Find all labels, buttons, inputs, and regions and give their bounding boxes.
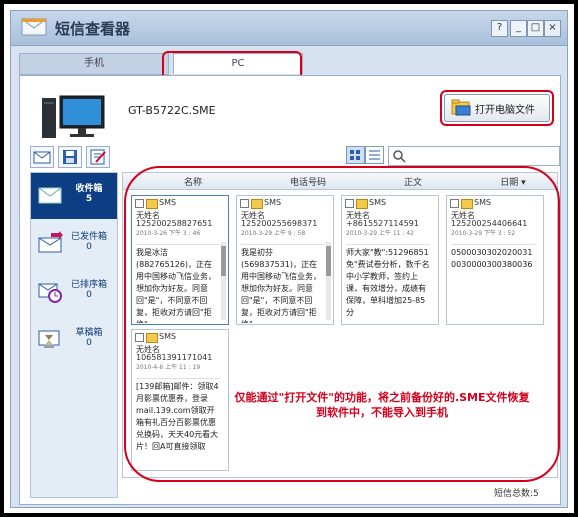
search-input[interactable] [409, 148, 557, 164]
app-window: 短信查看器 ? _ □ × 手机 PC GT-B5722C.SME 打开电脑文件… [10, 10, 568, 508]
sidebar-item-label: 已排序箱 [70, 280, 107, 290]
annotation-text: 仅能通过"打开文件"的功能，将之前备份好的.SME文件恢复到软件中，不能导入到手… [234, 391, 530, 419]
content-highlight-box [124, 166, 560, 482]
computer-icon [42, 95, 105, 138]
save-button[interactable] [58, 146, 82, 168]
save-icon [63, 150, 77, 164]
grid-view-icon [350, 150, 360, 160]
sidebar-item-sorted[interactable]: 已排序箱 0 [31, 269, 117, 315]
sidebar-item-count: 0 [86, 290, 92, 300]
help-button[interactable]: ? [491, 20, 508, 37]
close-button[interactable]: × [544, 20, 561, 37]
search-box[interactable] [388, 146, 560, 166]
list-view-icon [369, 150, 380, 160]
minimize-button[interactable]: _ [510, 20, 527, 37]
open-button-highlight-box [440, 90, 554, 126]
hourglass-icon [38, 330, 60, 348]
search-icon [393, 150, 406, 163]
device-file-name: GT-B5722C.SME [128, 104, 216, 117]
scheduled-icon [38, 283, 62, 303]
mail-icon [33, 151, 51, 164]
sidebar-item-count: 0 [86, 242, 92, 252]
grid-view-button[interactable] [346, 146, 365, 164]
folder-sidebar: 收件箱 5 已发件箱 0 已排序箱 0 草稿箱 0 [30, 172, 118, 498]
edit-button[interactable] [86, 146, 110, 168]
pc-panel: GT-B5722C.SME 打开电脑文件 收件箱 5 已发件箱 0 已排序箱 0… [19, 75, 561, 505]
sidebar-item-drafts[interactable]: 草稿箱 0 [31, 317, 117, 363]
sidebar-item-count: 5 [85, 194, 93, 204]
tab-phone[interactable]: 手机 [19, 53, 169, 75]
sent-icon [38, 231, 63, 253]
screenshot-frame: 短信查看器 ? _ □ × 手机 PC GT-B5722C.SME 打开电脑文件… [0, 0, 578, 517]
window-title: 短信查看器 [55, 20, 131, 38]
inbox-icon [38, 187, 62, 204]
list-view-button[interactable] [365, 146, 384, 164]
sidebar-item-label: 已发件箱 [70, 232, 107, 242]
app-envelope-icon [21, 18, 47, 36]
sidebar-item-inbox[interactable]: 收件箱 5 [31, 173, 117, 219]
message-total: 短信总数:5 [494, 489, 539, 499]
sidebar-item-label: 草稿箱 [75, 328, 103, 338]
maximize-button[interactable]: □ [527, 20, 544, 37]
edit-icon [90, 149, 106, 165]
sidebar-item-label: 收件箱 [75, 184, 103, 194]
new-message-button[interactable] [30, 146, 54, 168]
sidebar-item-sent[interactable]: 已发件箱 0 [31, 221, 117, 267]
sidebar-item-count: 0 [86, 338, 92, 348]
title-bar: 短信查看器 ? _ □ × [11, 11, 567, 46]
